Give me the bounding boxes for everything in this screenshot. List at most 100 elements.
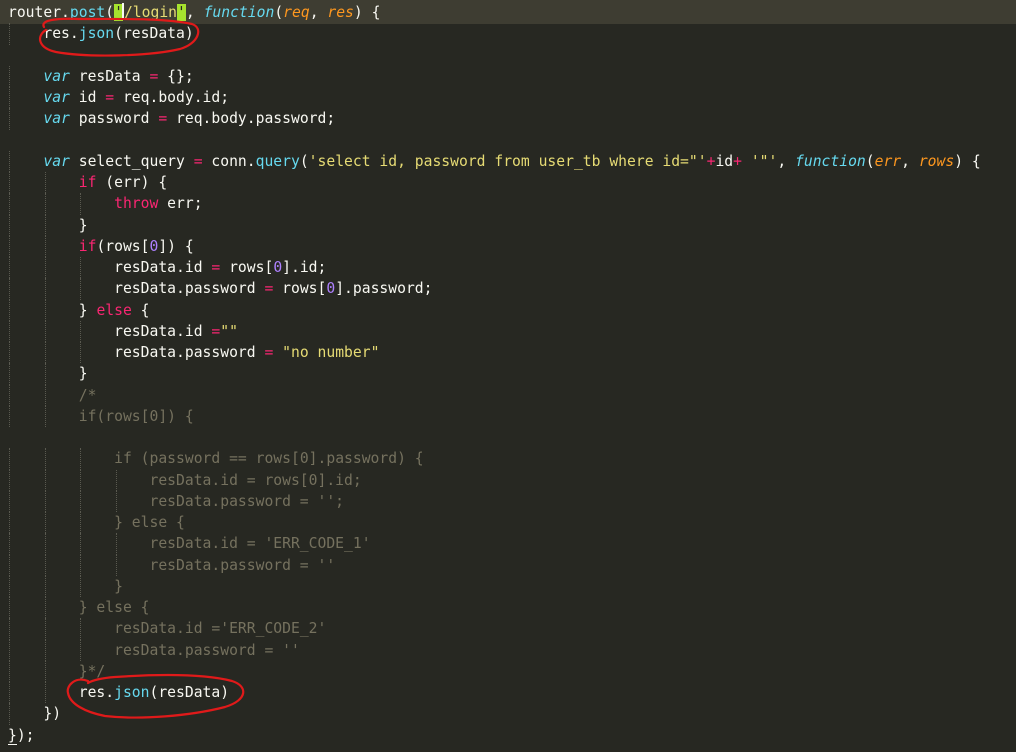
code-token: var (43, 110, 70, 128)
code-token: post (69, 4, 106, 21)
code-line[interactable]: } else { (8, 512, 185, 533)
code-line[interactable]: if (password == rows[0].password) { (8, 448, 424, 469)
code-token: var (43, 89, 70, 106)
code-token: rows (918, 152, 955, 170)
code-token: resData.id (114, 322, 212, 340)
code-token: ].id; (282, 259, 327, 276)
code-token: } (78, 365, 88, 383)
code-comment: resData.id = 'ERR_CODE_1' (149, 535, 371, 553)
code-line[interactable]: resData.password = ''; (8, 491, 344, 512)
code-line[interactable]: } (8, 215, 88, 236)
code-line[interactable]: if (err) { (8, 172, 167, 193)
code-line[interactable]: } else { (8, 300, 150, 321)
code-line[interactable]: /* (8, 385, 97, 406)
code-line[interactable]: }) (8, 703, 61, 724)
code-token: json (114, 684, 150, 701)
code-token: } (78, 301, 97, 319)
code-token: = (211, 259, 221, 276)
code-comment: } (114, 577, 123, 595)
code-token: ( (105, 4, 115, 21)
code-line[interactable]: resData.password = '' (8, 640, 300, 661)
code-token: throw (114, 195, 159, 213)
code-line[interactable]: throw err; (8, 193, 203, 214)
code-token: ( (274, 4, 284, 21)
code-line[interactable]: } (8, 363, 88, 384)
code-token: , (309, 4, 328, 21)
code-line[interactable]: var select_query = conn.query('select id… (8, 151, 980, 172)
code-token: var (43, 67, 70, 85)
code-line[interactable]: resData.password = '' (8, 555, 335, 576)
code-token: , (901, 152, 919, 170)
code-token: password (69, 110, 159, 128)
code-line[interactable]: resData.password = "no number" (8, 342, 379, 363)
code-line[interactable]: resData.id = 'ERR_CODE_1' (8, 533, 371, 554)
code-token: ( (299, 152, 309, 170)
code-token: res. (78, 684, 115, 701)
code-token: = (211, 322, 221, 340)
code-line[interactable]: res.json(resData) (8, 23, 193, 44)
code-line[interactable]: var id = req.body.id; (8, 87, 229, 108)
code-line[interactable]: resData.id = rows[0].id; (8, 470, 361, 491)
code-token: ].password; (335, 280, 433, 298)
code-line[interactable]: } else { (8, 597, 150, 618)
code-token: resData (69, 67, 150, 85)
code-token: req.body.id; (114, 89, 230, 106)
code-line[interactable]: }); (8, 725, 35, 746)
code-line[interactable]: }*/ (8, 661, 106, 682)
code-token: = (105, 89, 115, 106)
code-token: /login (123, 4, 178, 21)
code-token: res. (43, 25, 79, 43)
code-line[interactable]: resData.id ='ERR_CODE_2' (8, 618, 326, 639)
code-token: id (69, 89, 106, 106)
code-line[interactable]: var password = req.body.password; (8, 108, 335, 129)
code-token: err (874, 152, 902, 170)
code-line[interactable]: resData.id ="" (8, 321, 238, 342)
code-line[interactable]: var resData = {}; (8, 66, 194, 87)
code-token: resData.id (114, 259, 212, 276)
code-comment: resData.password = ''; (149, 492, 345, 510)
code-token: } (8, 726, 17, 745)
code-line[interactable]: if(rows[0]) { (8, 236, 194, 257)
code-token: err; (158, 195, 203, 213)
code-line[interactable]: resData.password = rows[0].password; (8, 278, 432, 299)
code-token: {}; (158, 67, 194, 85)
code-line[interactable]: resData.id = rows[0].id; (8, 257, 326, 278)
code-line[interactable]: if(rows[0]) { (8, 406, 194, 427)
code-token: res (327, 4, 354, 21)
code-editor[interactable]: router.post('/login', function(req, res)… (0, 0, 1016, 752)
code-token: conn. (202, 152, 256, 170)
code-token: function (795, 152, 866, 170)
code-line[interactable]: router.post('/login', function(req, res)… (8, 2, 380, 23)
code-token: { (131, 301, 150, 319)
code-token: id (715, 152, 734, 170)
code-token: if (78, 174, 97, 191)
code-comment: if (password == rows[0].password) { (114, 450, 424, 468)
code-line[interactable]: res.json(resData) (8, 682, 229, 703)
code-token: select_query (69, 152, 194, 170)
code-line[interactable]: } (8, 576, 123, 597)
code-token: resData.password (114, 344, 265, 361)
code-token: if (78, 237, 97, 255)
